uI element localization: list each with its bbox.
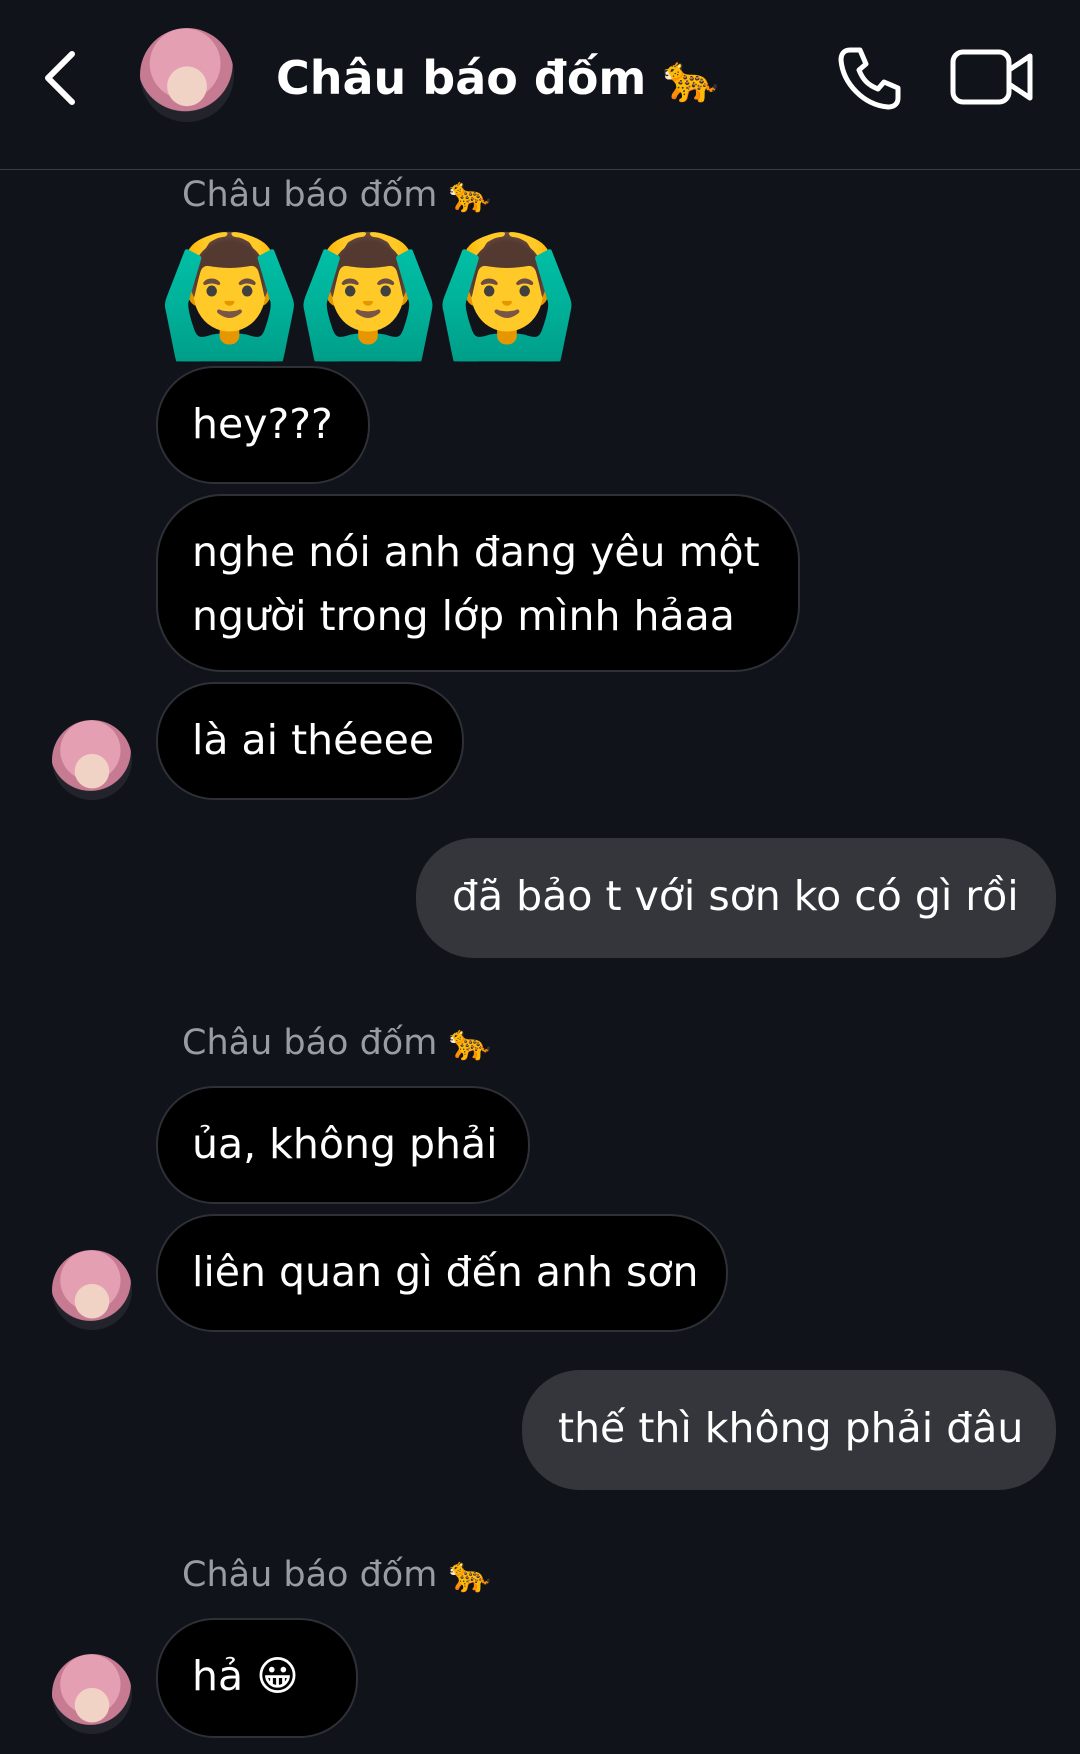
message-bubble-outgoing[interactable]: đã bảo t với sơn ko có gì rồi [416, 838, 1056, 958]
contact-avatar-small[interactable] [52, 1250, 132, 1330]
message-text: ủa, không phải [192, 1120, 498, 1168]
message-text-line-2: người trong lớp mình hảaa [192, 592, 735, 640]
chevron-left-icon [45, 51, 75, 105]
back-button[interactable] [40, 46, 84, 110]
message-text: thế thì không phải đâu [558, 1404, 1024, 1452]
contact-name[interactable]: Châu báo đốm 🐆 [276, 48, 720, 108]
sender-name: Châu báo đốm 🐆 [182, 1555, 493, 1595]
emoji-message[interactable]: 🙆‍♂️🙆‍♂️🙆‍♂️ [156, 236, 581, 356]
message-bubble-incoming[interactable]: liên quan gì đến anh sơn [156, 1214, 728, 1332]
contact-avatar-small[interactable] [52, 1654, 132, 1734]
sender-name: Châu báo đốm 🐆 [182, 1023, 493, 1063]
message-text-line-1: nghe nói anh đang yêu một [192, 528, 760, 576]
message-bubble-incoming[interactable]: ủa, không phải [156, 1086, 530, 1204]
video-camera-icon [950, 49, 1033, 105]
message-bubble-incoming[interactable]: nghe nói anh đang yêu một người trong lớ… [156, 494, 800, 672]
contact-avatar-small[interactable] [52, 720, 132, 800]
message-text: hả 😀 [192, 1652, 299, 1700]
message-bubble-incoming[interactable]: hả 😀 [156, 1618, 358, 1738]
message-bubble-outgoing[interactable]: thế thì không phải đâu [522, 1370, 1056, 1490]
phone-icon [838, 47, 901, 110]
sender-name: Châu báo đốm 🐆 [182, 175, 493, 215]
contact-avatar[interactable] [140, 28, 234, 122]
message-bubble-incoming[interactable]: là ai théeee [156, 682, 464, 800]
audio-call-button[interactable] [836, 44, 904, 112]
message-text: hey??? [192, 400, 333, 448]
video-call-button[interactable] [950, 48, 1034, 106]
message-text: là ai théeee [192, 716, 435, 764]
message-bubble-incoming[interactable]: hey??? [156, 366, 370, 484]
message-text: liên quan gì đến anh sơn [192, 1248, 699, 1296]
chat-header: Châu báo đốm 🐆 [0, 0, 1080, 170]
message-text: đã bảo t với sơn ko có gì rồi [452, 872, 1019, 920]
